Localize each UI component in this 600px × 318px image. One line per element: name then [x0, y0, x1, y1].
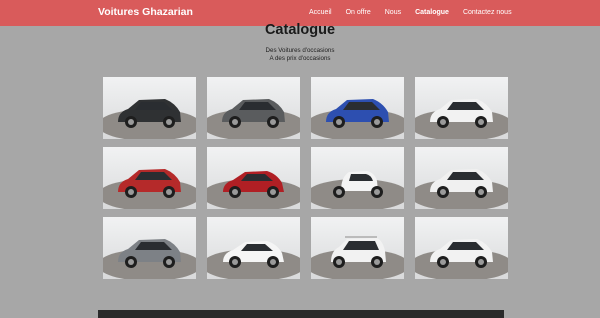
- car-photo: [311, 77, 404, 139]
- car-photo: [311, 217, 404, 279]
- car-card[interactable]: [207, 77, 300, 139]
- car-card[interactable]: [103, 147, 196, 209]
- car-photo: [207, 77, 300, 139]
- page-subtitle-line1: Des Voitures d'occasions: [265, 47, 335, 54]
- car-photo: [311, 147, 404, 209]
- car-card[interactable]: [207, 147, 300, 209]
- car-card[interactable]: [415, 217, 508, 279]
- brand-logo[interactable]: Voitures Ghazarian: [98, 6, 193, 18]
- car-photo: [103, 147, 196, 209]
- nav-link-accueil[interactable]: Accueil: [309, 9, 332, 16]
- car-photo: [207, 217, 300, 279]
- car-photo: [415, 147, 508, 209]
- footer-bar: [98, 310, 504, 318]
- car-card[interactable]: [207, 217, 300, 279]
- car-catalog-grid: [103, 77, 508, 279]
- page-title: Catalogue: [264, 22, 336, 38]
- car-photo: [415, 77, 508, 139]
- car-card[interactable]: [311, 77, 404, 139]
- nav-link-contactez-nous[interactable]: Contactez nous: [463, 9, 512, 16]
- nav-link-on-offre[interactable]: On offre: [346, 9, 371, 16]
- nav-links: Accueil On offre Nous Catalogue Contacte…: [309, 9, 526, 16]
- car-photo: [415, 217, 508, 279]
- car-card[interactable]: [103, 217, 196, 279]
- page-subtitle-line2: A des prix d'occasions: [269, 55, 331, 62]
- nav-link-catalogue[interactable]: Catalogue: [415, 9, 449, 16]
- car-card[interactable]: [311, 147, 404, 209]
- car-card[interactable]: [311, 217, 404, 279]
- car-photo: [103, 217, 196, 279]
- car-photo: [207, 147, 300, 209]
- car-card[interactable]: [415, 77, 508, 139]
- car-card[interactable]: [103, 77, 196, 139]
- nav-link-nous[interactable]: Nous: [385, 9, 401, 16]
- car-photo: [103, 77, 196, 139]
- car-card[interactable]: [415, 147, 508, 209]
